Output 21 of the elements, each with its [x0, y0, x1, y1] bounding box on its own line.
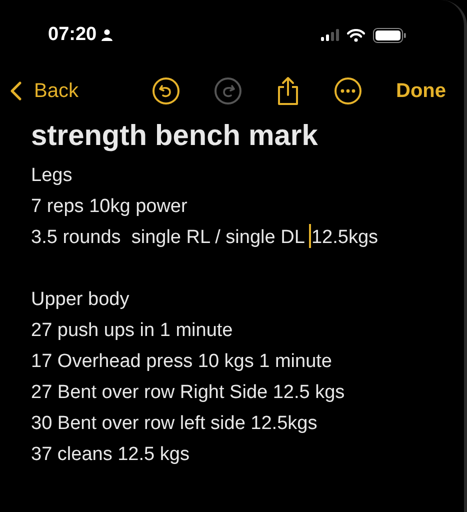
- battery-icon: [373, 28, 406, 42]
- share-button[interactable]: [276, 76, 300, 106]
- status-time: 07:20: [48, 24, 97, 46]
- note-line: 27 Bent over row Right Side 12.5 kgs: [31, 381, 346, 405]
- note-line: 37 cleans 12.5 kgs: [31, 443, 190, 467]
- note-line: 17 Overhead press 10 kgs 1 minute: [31, 350, 334, 374]
- back-button[interactable]: Back: [10, 80, 78, 102]
- signal-icon: [321, 29, 339, 41]
- note-line: 30 Bent over row left side 12.5kgs: [31, 412, 318, 436]
- chevron-left-icon: [10, 81, 22, 101]
- note-line: 7 reps 10kg power: [31, 195, 188, 219]
- wifi-icon: [347, 28, 365, 42]
- note-line: 27 push ups in 1 minute: [31, 319, 234, 343]
- note-line: Upper body: [31, 288, 130, 312]
- note-line: Legs: [31, 164, 74, 188]
- person-icon: [100, 29, 113, 41]
- note-line: 3.5 rounds single RL / single DL 12.5kgs: [31, 222, 433, 253]
- more-button[interactable]: [334, 77, 362, 105]
- note-title: strength bench mark: [31, 119, 319, 154]
- done-button[interactable]: Done: [396, 80, 446, 102]
- undo-button[interactable]: [152, 77, 180, 105]
